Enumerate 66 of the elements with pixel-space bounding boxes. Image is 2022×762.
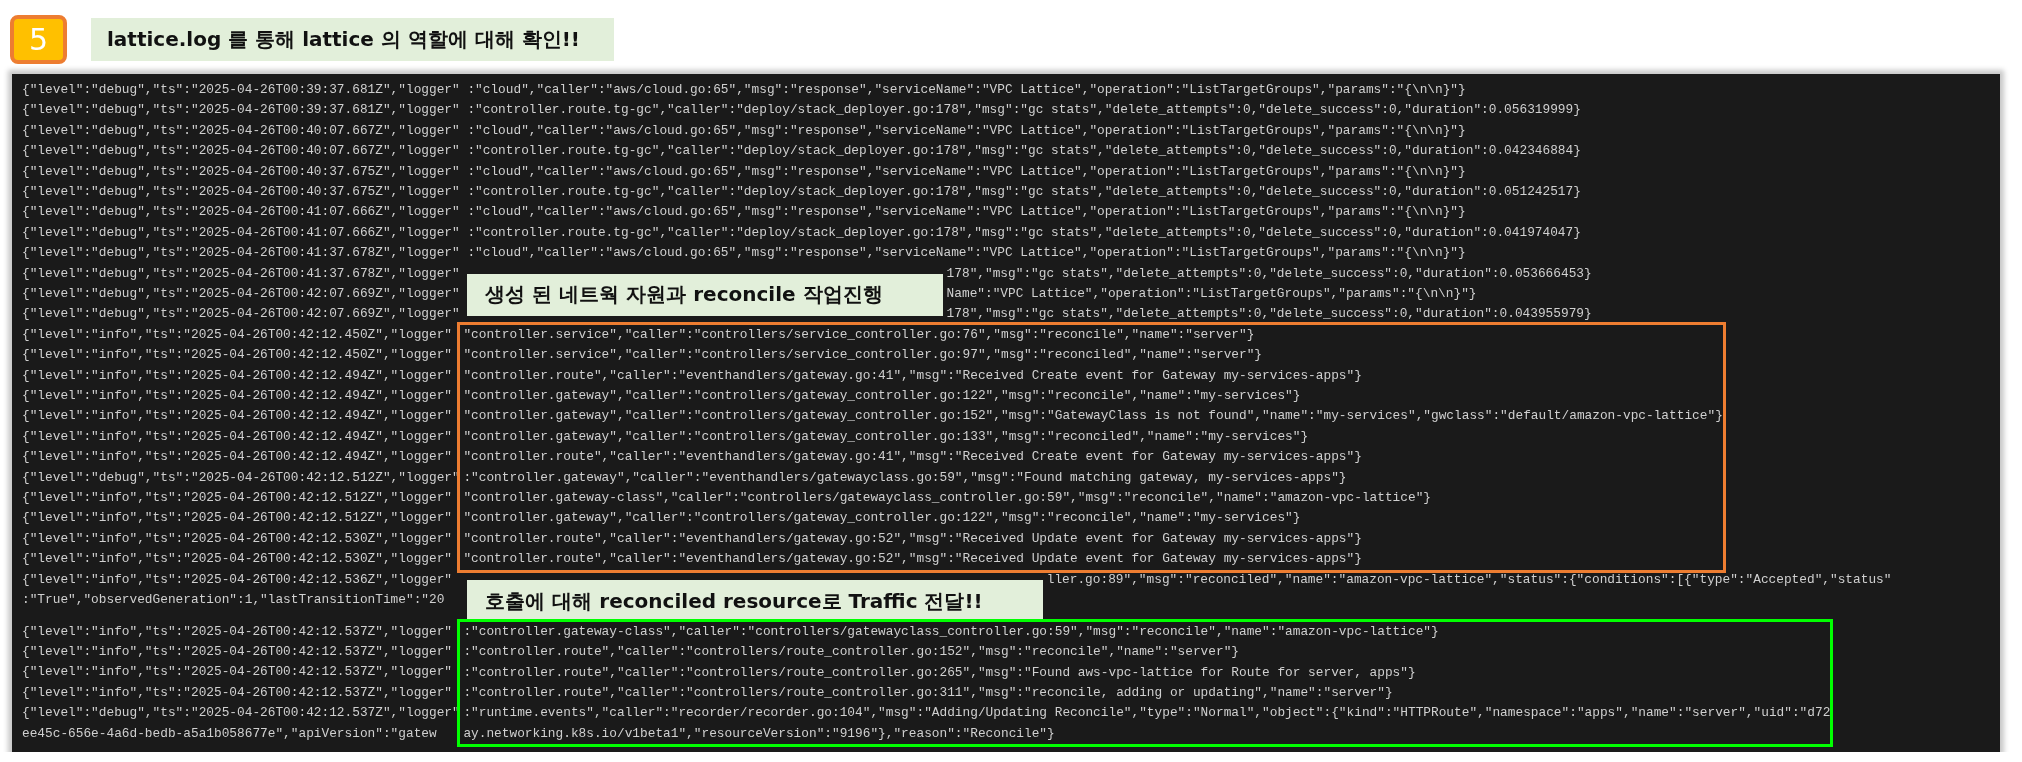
log-text: {"level":"debug","ts":"2025-04-26T00:41:07.666Z","logger" [22, 203, 461, 222]
log-text: {"level":"info","ts":"2025-04-26T00:42:12.494Z","logger" [22, 366, 454, 385]
log-text: "controller.gateway","caller":"controllers/gateway_controller.go:122","msg":"reconcile","name":"my-services"} [463, 509, 1302, 528]
log-text: :"cloud","caller":"aws/cloud.go:65","msg":"response","serviceName":"VPC Lattice","operation":"ListTargetGroups","params":"{\n\n}"} [467, 81, 1466, 99]
log-text: {"level":"info","ts":"2025-04-26T00:42:12.537Z","logger" [22, 622, 454, 641]
log-text: {"level":"info","ts":"2025-04-26T00:42:12.494Z","logger" [22, 427, 454, 446]
log-text: {"level":"debug","ts":"2025-04-26T00:39:37.681Z","logger" [22, 101, 461, 120]
log-text: "controller.route","caller":"eventhandlers/gateway.go:41","msg":"Received Create event for Gateway my-services-apps"} [463, 448, 1363, 467]
callout-label: 생성 된 네트웍 자원과 reconcile 작업진행 [467, 273, 943, 316]
log-text: "controller.gateway-class","caller":"controllers/gatewayclass_controller.go:59","msg":"reconcile","name":"amazon-vpc-lattice"} [463, 489, 1432, 508]
log-text: 178","msg":"gc stats","delete_attempts":0,"delete_success":0,"duration":0.053666453} [946, 264, 1592, 283]
log-text: {"level":"debug","ts":"2025-04-26T00:42:07.669Z","logger" [22, 285, 461, 304]
log-text: "controller.service","caller":"controllers/service_controller.go:76","msg":"reconcile","name":"server"} [463, 325, 1256, 344]
log-text: :"controller.route.tg-gc","caller":"deploy/stack_deployer.go:178","msg":"gc stats","delete_attempts":0,"delete_success":0,"duration":0.056319999} [467, 101, 1581, 120]
step-badge: 5 [10, 14, 67, 64]
log-text: {"level":"info","ts":"2025-04-26T00:42:12.530Z","logger" [22, 529, 454, 548]
log-text: {"level":"debug","ts":"2025-04-26T00:40:37.675Z","logger" [22, 183, 461, 202]
log-text: {"level":"info","ts":"2025-04-26T00:42:12.494Z","logger" [22, 387, 454, 405]
log-text: {"level":"info","ts":"2025-04-26T00:42:12.450Z","logger" [22, 346, 454, 365]
log-text: :"controller.route.tg-gc","caller":"deploy/stack_deployer.go:178","msg":"gc stats","delete_attempts":0,"delete_success":0,"duration":0.041974047} [467, 223, 1581, 242]
log-text: :"controller.route.tg-gc","caller":"deploy/stack_deployer.go:178","msg":"gc stats","delete_attempts":0,"delete_success":0,"duration":0.051242517} [467, 183, 1581, 202]
log-text: :"runtime.events","caller":"recorder/recorder.go:104","msg":"Adding/Updating Reconcile","type":"Normal","object":{"kind":"HTTPRoute","namespace":"apps","name":"server","uid":"d72 [463, 704, 1831, 723]
log-text: {"level":"info","ts":"2025-04-26T00:42:12.537Z","logger" [22, 663, 454, 682]
log-text: "controller.gateway","caller":"controllers/gateway_controller.go:133","msg":"reconciled","name":"my-services"} [463, 427, 1310, 446]
log-text: {"level":"debug","ts":"2025-04-26T00:39:37.681Z","logger" [22, 81, 461, 99]
log-text: :"cloud","caller":"aws/cloud.go:65","msg":"response","serviceName":"VPC Lattice","operation":"ListTargetGroups","params":"{\n\n}"} [467, 121, 1466, 140]
log-text: :"controller.route","caller":"controllers/route_controller.go:311","msg":"reconcile, adding or updating","name":"server"} [463, 683, 1394, 702]
log-text: :"cloud","caller":"aws/cloud.go:65","msg":"response","serviceName":"VPC Lattice","operation":"ListTargetGroups","params":"{\n\n}"} [467, 244, 1466, 263]
log-text: {"level":"debug","ts":"2025-04-26T00:41:37.678Z","logger" [22, 244, 461, 263]
log-text: {"level":"info","ts":"2025-04-26T00:42:12.530Z","logger" [22, 550, 454, 569]
log-text: "controller.service","caller":"controllers/service_controller.go:97","msg":"reconciled","name":"server"} [463, 346, 1264, 365]
log-text: "controller.route","caller":"eventhandlers/gateway.go:52","msg":"Received Update event for Gateway my-services-apps"} [463, 529, 1363, 548]
log-text: ller.go:89","msg":"reconciled","name":"amazon-vpc-lattice","status":{"conditions":[{"type":"Accepted","status" [1046, 570, 1892, 589]
log-text: {"level":"debug","ts":"2025-04-26T00:42:12.512Z","logger" [22, 468, 461, 487]
log-text: {"level":"info","ts":"2025-04-26T00:42:12.512Z","logger" [22, 509, 454, 528]
log-text: {"level":"debug","ts":"2025-04-26T00:40:07.667Z","logger" [22, 142, 461, 161]
log-text: {"level":"debug","ts":"2025-04-26T00:42:07.669Z","logger" [22, 305, 461, 324]
log-text: {"level":"info","ts":"2025-04-26T00:42:12.537Z","logger" [22, 683, 454, 702]
log-text: Name":"VPC Lattice","operation":"ListTargetGroups","params":"{\n\n}"} [946, 285, 1478, 304]
log-text: ay.networking.k8s.io/v1beta1","resourceVersion":"9196"},"reason":"Reconcile"} [463, 724, 1056, 743]
log-text: :"controller.route","caller":"controllers/route_controller.go:152","msg":"reconcile","name":"server"} [463, 643, 1240, 662]
log-text: {"level":"info","ts":"2025-04-26T00:42:12.450Z","logger" [22, 325, 454, 344]
log-text: "controller.gateway","caller":"controllers/gateway_controller.go:152","msg":"GatewayClass is not found","name":"my-services","gwclass":"default/amazon-vpc-lattice"} [463, 407, 1723, 426]
log-text: {"level":"debug","ts":"2025-04-26T00:42:12.537Z","logger" [22, 704, 461, 723]
log-text: {"level":"info","ts":"2025-04-26T00:42:12.494Z","logger" [22, 448, 454, 467]
log-text: 178","msg":"gc stats","delete_attempts":0,"delete_success":0,"duration":0.043955979} [946, 305, 1592, 324]
log-text: :"controller.route","caller":"controllers/route_controller.go:265","msg":"Found aws-vpc-lattice for Route for server, apps"} [463, 663, 1417, 682]
log-text: :"controller.gateway-class","caller":"controllers/gatewayclass_controller.go:59","msg":"reconcile","name":"amazon-vpc-lattice"} [463, 622, 1440, 641]
title-banner: lattice.log 를 통해 lattice 의 역할에 대해 확인!! [91, 17, 614, 61]
log-text: "controller.route","caller":"eventhandlers/gateway.go:41","msg":"Received Create event for Gateway my-services-apps"} [463, 366, 1363, 385]
log-text: "controller.route","caller":"eventhandlers/gateway.go:52","msg":"Received Update event for Gateway my-services-apps"} [463, 550, 1363, 569]
log-text: "controller.gateway","caller":"controllers/gateway_controller.go:122","msg":"reconcile","name":"my-services"} [463, 387, 1302, 406]
log-text: {"level":"info","ts":"2025-04-26T00:42:12.494Z","logger" [22, 407, 454, 426]
log-text: {"level":"debug","ts":"2025-04-26T00:41:37.678Z","logger" [22, 264, 461, 283]
log-text: {"level":"debug","ts":"2025-04-26T00:40:07.667Z","logger" [22, 121, 461, 140]
log-text: {"level":"debug","ts":"2025-04-26T00:40:37.675Z","logger" [22, 162, 461, 181]
log-text: :"True","observedGeneration":1,"lastTransitionTime":"20 [22, 591, 446, 610]
log-text: {"level":"info","ts":"2025-04-26T00:42:12.536Z","logger" [22, 570, 454, 589]
log-text: {"level":"debug","ts":"2025-04-26T00:41:07.666Z","logger" [22, 223, 461, 242]
log-text: :"cloud","caller":"aws/cloud.go:65","msg":"response","serviceName":"VPC Lattice","operation":"ListTargetGroups","params":"{\n\n}"} [467, 162, 1466, 181]
log-text: :"cloud","caller":"aws/cloud.go:65","msg":"response","serviceName":"VPC Lattice","operation":"ListTargetGroups","params":"{\n\n}"} [467, 203, 1466, 222]
log-text: :"controller.route.tg-gc","caller":"deploy/stack_deployer.go:178","msg":"gc stats","delete_attempts":0,"delete_success":0,"duration":0.042346884} [467, 142, 1581, 161]
log-text: :"controller.gateway","caller":"eventhandlers/gatewayclass.go:59","msg":"Found matching gateway, my-services-apps"} [463, 468, 1348, 487]
log-text: {"level":"info","ts":"2025-04-26T00:42:12.512Z","logger" [22, 488, 454, 507]
log-text: {"level":"info","ts":"2025-04-26T00:42:12.537Z","logger" [22, 643, 454, 662]
callout-label: 호출에 대해 reconciled resource로 Traffic 전달!! [467, 579, 1043, 622]
